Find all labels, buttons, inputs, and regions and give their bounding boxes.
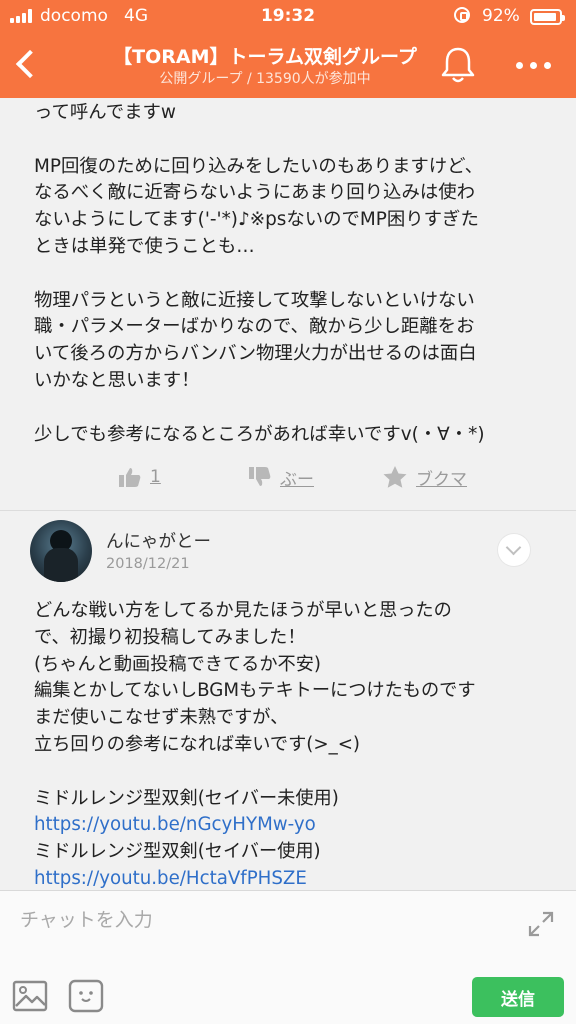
expand-icon[interactable] [524, 907, 558, 941]
comment-author[interactable]: んにゃがとー [106, 528, 211, 553]
boo-button[interactable]: ぶー [248, 462, 314, 492]
post-body: って呼んでますw MP回復のために回り込みをしたいのもありますけど、 なるべく敵… [34, 102, 485, 445]
group-subtitle: 公開グループ / 13590人が参加中 [159, 71, 371, 87]
comment-date: 2018/12/21 [106, 556, 190, 572]
youtube-link[interactable]: https://youtu.be/nGcyHYMw-yo [34, 812, 564, 839]
battery-percent: 92% [482, 6, 520, 26]
timeline[interactable]: って呼んでますw MP回復のために回り込みをしたいのもありますけど、 なるべく敵… [0, 98, 576, 890]
like-count: 1 [150, 467, 161, 487]
like-button[interactable]: 1 [118, 462, 161, 492]
image-icon[interactable] [12, 979, 48, 1013]
rotation-lock-icon [454, 7, 470, 23]
sticker-icon[interactable] [68, 979, 104, 1013]
comment-line: まだ使いこなせず未熟ですが、 [34, 707, 289, 729]
comment-line: 立ち回りの参考になれば幸いです(>_<) [34, 733, 361, 755]
comment-line: 編集とかしてないしBGMもテキトーにつけたものです [34, 680, 476, 702]
comment-line [34, 759, 564, 786]
divider [0, 510, 576, 511]
comment-line: ミドルレンジ型双剣(セイバー使用) [34, 841, 321, 863]
status-bar: docomo 4G 19:32 92% [0, 0, 576, 34]
chat-input[interactable]: チャットを入力 [20, 905, 153, 932]
more-options-button[interactable] [512, 50, 556, 80]
comment-line: で、初撮り初投稿してみました！ [34, 626, 306, 648]
chat-input-bar: チャットを入力 送信 [0, 890, 576, 1024]
comment-body: どんな戦い方をしてるか見たほうが早いと思ったの で、初撮り初投稿してみました！ … [34, 598, 564, 890]
send-button[interactable]: 送信 [472, 977, 564, 1017]
star-icon [383, 466, 407, 488]
chevron-down-icon[interactable] [498, 534, 530, 566]
comment-header: んにゃがとー 2018/12/21 [0, 518, 576, 588]
youtube-link[interactable]: https://youtu.be/HctaVfPHSZE [34, 866, 564, 890]
battery-icon [530, 9, 565, 25]
boo-label: ぶー [280, 469, 314, 490]
group-title: 【TORAM】トーラム双剣グループ [113, 46, 417, 68]
avatar[interactable] [30, 520, 92, 582]
group-header: 【TORAM】トーラム双剣グループ 公開グループ / 13590人が参加中 [0, 34, 576, 98]
thumbs-up-icon [119, 468, 141, 487]
comment-line: (ちゃんと動画投稿できてるか不安) [34, 653, 322, 675]
comment-line: どんな戦い方をしてるか見たほうが早いと思ったの [34, 600, 452, 621]
post-actions: 1 ぶー ブクマ [0, 460, 576, 494]
comment-line: ミドルレンジ型双剣(セイバー未使用) [34, 787, 339, 809]
bookmark-button[interactable]: ブクマ [382, 462, 467, 492]
back-button[interactable] [6, 42, 50, 86]
bell-icon[interactable] [438, 44, 478, 86]
thumbs-down-icon [249, 467, 271, 486]
battery-fill [534, 13, 557, 21]
bookmark-label: ブクマ [416, 469, 467, 490]
